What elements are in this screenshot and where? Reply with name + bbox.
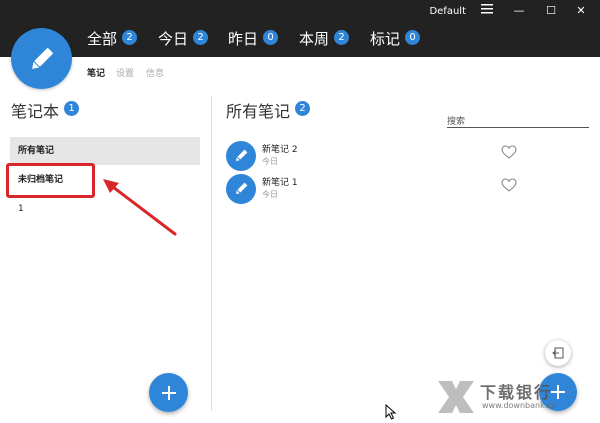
subtab-settings[interactable]: 设置: [116, 66, 134, 79]
notebooks-heading: 笔记本 1: [11, 98, 80, 122]
window-title: Default: [429, 6, 466, 17]
count-badge: 2: [193, 30, 209, 45]
subtab-notes[interactable]: 笔记: [87, 66, 105, 79]
note-title: 新笔记 1: [262, 178, 298, 188]
add-notebook-button[interactable]: [149, 373, 188, 412]
pencil-icon: [226, 174, 256, 204]
note-date: 今日: [262, 157, 278, 166]
search-field: [447, 109, 589, 131]
tab-today[interactable]: 今日 2: [158, 29, 209, 49]
tab-label: 标记: [370, 30, 401, 48]
plus-icon: [161, 385, 176, 400]
note-title: 新笔记 2: [262, 145, 298, 155]
count-badge: 2: [295, 101, 311, 116]
mouse-cursor-icon: [385, 404, 397, 420]
watermark-url: www.downbank.cn: [482, 401, 557, 410]
pencil-icon: [226, 141, 256, 171]
tab-all[interactable]: 全部 2: [87, 29, 138, 49]
minimize-button[interactable]: —: [508, 2, 530, 20]
annotation-arrow-icon: [103, 179, 177, 236]
watermark: 下载银行 www.downbank.cn: [436, 379, 586, 417]
notebooks-title: 笔记本: [11, 102, 60, 121]
count-badge: 0: [405, 30, 421, 45]
heart-icon[interactable]: [501, 178, 517, 192]
count-badge: 0: [263, 30, 279, 45]
heart-icon[interactable]: [501, 145, 517, 159]
note-date: 今日: [262, 190, 278, 199]
export-button[interactable]: [545, 340, 571, 366]
watermark-logo-icon: [438, 381, 474, 413]
count-badge: 2: [334, 30, 350, 45]
note-item[interactable]: 新笔记 1 今日: [226, 174, 526, 206]
tab-yesterday[interactable]: 昨日 0: [228, 29, 279, 49]
count-badge: 1: [64, 101, 80, 116]
search-input[interactable]: [447, 113, 589, 131]
exit-icon: [552, 347, 564, 359]
tab-label: 本周: [299, 30, 330, 48]
notes-heading: 所有笔记 2: [226, 98, 311, 122]
annotation-highlight-box: [6, 163, 95, 198]
note-item[interactable]: 新笔记 2 今日: [226, 141, 526, 173]
tab-label: 全部: [87, 30, 118, 48]
hamburger-icon[interactable]: [476, 2, 498, 20]
watermark-text: 下载银行: [480, 383, 553, 402]
tab-label: 昨日: [228, 30, 259, 48]
count-badge: 2: [122, 30, 138, 45]
panel-divider: [211, 96, 212, 411]
notes-title: 所有笔记: [226, 102, 291, 121]
close-button[interactable]: ✕: [570, 2, 592, 20]
tab-label: 今日: [158, 30, 189, 48]
maximize-button[interactable]: ☐: [540, 2, 562, 20]
tab-marked[interactable]: 标记 0: [370, 29, 421, 49]
app-logo-pencil-icon: [11, 28, 72, 89]
notebook-item-all[interactable]: 所有笔记: [10, 137, 200, 165]
subtab-info[interactable]: 信息: [146, 66, 164, 79]
tab-this-week[interactable]: 本周 2: [299, 29, 350, 49]
